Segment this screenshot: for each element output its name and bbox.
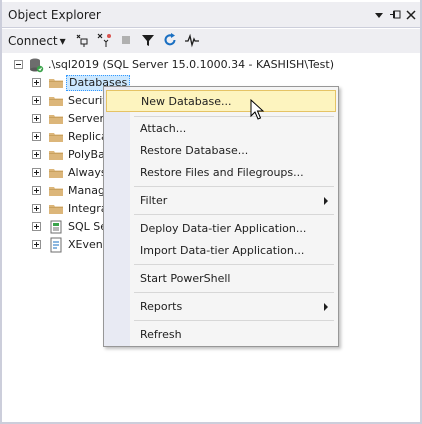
object-explorer-toolbar: Connect ▾ <box>2 29 420 53</box>
expand-toggle[interactable] <box>32 186 41 195</box>
object-explorer-window: Object Explorer Connect ▾ .\sql2019 (SQL… <box>0 0 422 424</box>
menu-item-label: New Database... <box>141 95 232 108</box>
tree-node-sql-server-agent[interactable]: SQL Se <box>2 218 107 236</box>
chevron-down-icon: ▾ <box>59 34 66 48</box>
menu-item-label: Filter <box>140 194 168 207</box>
folder-icon <box>48 165 64 181</box>
menu-item-reports[interactable]: Reports <box>106 296 336 318</box>
expand-toggle[interactable] <box>32 222 41 231</box>
menu-item-label: Deploy Data-tier Application... <box>140 222 307 235</box>
collapse-toggle[interactable] <box>14 60 23 69</box>
tree-node-label: Server <box>68 112 105 125</box>
menu-item-deploy-data-tier[interactable]: Deploy Data-tier Application... <box>106 218 336 240</box>
menu-item-filter[interactable]: Filter <box>106 190 336 212</box>
folder-icon <box>48 129 64 145</box>
tree-node-label: PolyBa <box>68 148 105 161</box>
menu-item-label: Restore Files and Filegroups... <box>140 166 304 179</box>
connect-dropdown-button[interactable]: Connect ▾ <box>8 32 66 50</box>
connect-icon[interactable] <box>74 32 90 48</box>
folder-icon <box>48 183 64 199</box>
databases-context-menu: New Database... Attach... Restore Databa… <box>103 86 339 347</box>
menu-item-new-database[interactable]: New Database... <box>106 90 336 112</box>
panel-title: Object Explorer <box>8 8 101 22</box>
tree-node-server-objects[interactable]: Server <box>2 110 104 128</box>
xevent-icon <box>48 237 64 253</box>
expand-toggle[interactable] <box>32 204 41 213</box>
folder-icon <box>48 93 64 109</box>
tree-node-security[interactable]: Securit <box>2 92 107 110</box>
expand-toggle[interactable] <box>32 132 41 141</box>
activity-monitor-icon[interactable] <box>184 32 200 48</box>
menu-separator <box>134 214 334 215</box>
expand-toggle[interactable] <box>32 168 41 177</box>
expand-toggle[interactable] <box>32 240 41 249</box>
menu-separator <box>134 320 334 321</box>
menu-separator <box>134 186 334 187</box>
menu-item-start-powershell[interactable]: Start PowerShell <box>106 268 336 290</box>
menu-separator <box>134 264 334 265</box>
menu-item-label: Import Data-tier Application... <box>140 244 305 257</box>
tree-node-management[interactable]: Manag <box>2 182 105 200</box>
close-icon[interactable] <box>404 8 418 22</box>
tree-node-replication[interactable]: Replica <box>2 128 108 146</box>
menu-item-attach[interactable]: Attach... <box>106 118 336 140</box>
menu-item-label: Refresh <box>140 328 182 341</box>
stop-icon[interactable] <box>118 32 134 48</box>
tree-node-xevent-profiler[interactable]: XEvent <box>2 236 107 254</box>
window-position-dropdown-icon[interactable] <box>372 8 386 22</box>
sql-agent-icon <box>48 219 64 235</box>
menu-separator <box>134 116 334 117</box>
database-server-icon <box>28 57 44 73</box>
submenu-arrow-icon <box>324 197 328 205</box>
tree-node-integration-services[interactable]: Integra <box>2 200 108 218</box>
menu-item-label: Start PowerShell <box>140 272 231 285</box>
menu-item-restore-database[interactable]: Restore Database... <box>106 140 336 162</box>
connect-label: Connect <box>8 34 58 48</box>
menu-item-import-data-tier[interactable]: Import Data-tier Application... <box>106 240 336 262</box>
server-node-label: .\sql2019 (SQL Server 15.0.1000.34 - KAS… <box>48 58 334 71</box>
auto-hide-pin-icon[interactable] <box>388 8 402 22</box>
tree-node-polybase[interactable]: PolyBa <box>2 146 105 164</box>
menu-item-restore-files[interactable]: Restore Files and Filegroups... <box>106 162 336 184</box>
expand-toggle[interactable] <box>32 114 41 123</box>
disconnect-icon[interactable] <box>96 32 112 48</box>
panel-titlebar: Object Explorer <box>2 2 420 28</box>
menu-item-label: Restore Database... <box>140 144 249 157</box>
expand-toggle[interactable] <box>32 96 41 105</box>
refresh-icon[interactable] <box>162 32 178 48</box>
folder-icon <box>48 75 64 91</box>
tree-server-node[interactable]: .\sql2019 (SQL Server 15.0.1000.34 - KAS… <box>2 56 420 74</box>
filter-icon[interactable] <box>140 32 156 48</box>
tree-node-always-on[interactable]: Always <box>2 164 107 182</box>
mouse-pointer-icon <box>250 99 265 120</box>
tree-node-databases[interactable]: Databases <box>2 74 131 92</box>
menu-separator <box>134 292 334 293</box>
expand-toggle[interactable] <box>32 150 41 159</box>
tree-node-label: Manag <box>68 184 105 197</box>
expand-toggle[interactable] <box>32 78 41 87</box>
folder-icon <box>48 201 64 217</box>
menu-item-label: Reports <box>140 300 183 313</box>
submenu-arrow-icon <box>324 303 328 311</box>
menu-item-refresh[interactable]: Refresh <box>106 324 336 346</box>
folder-icon <box>48 111 64 127</box>
folder-icon <box>48 147 64 163</box>
menu-item-label: Attach... <box>140 122 187 135</box>
